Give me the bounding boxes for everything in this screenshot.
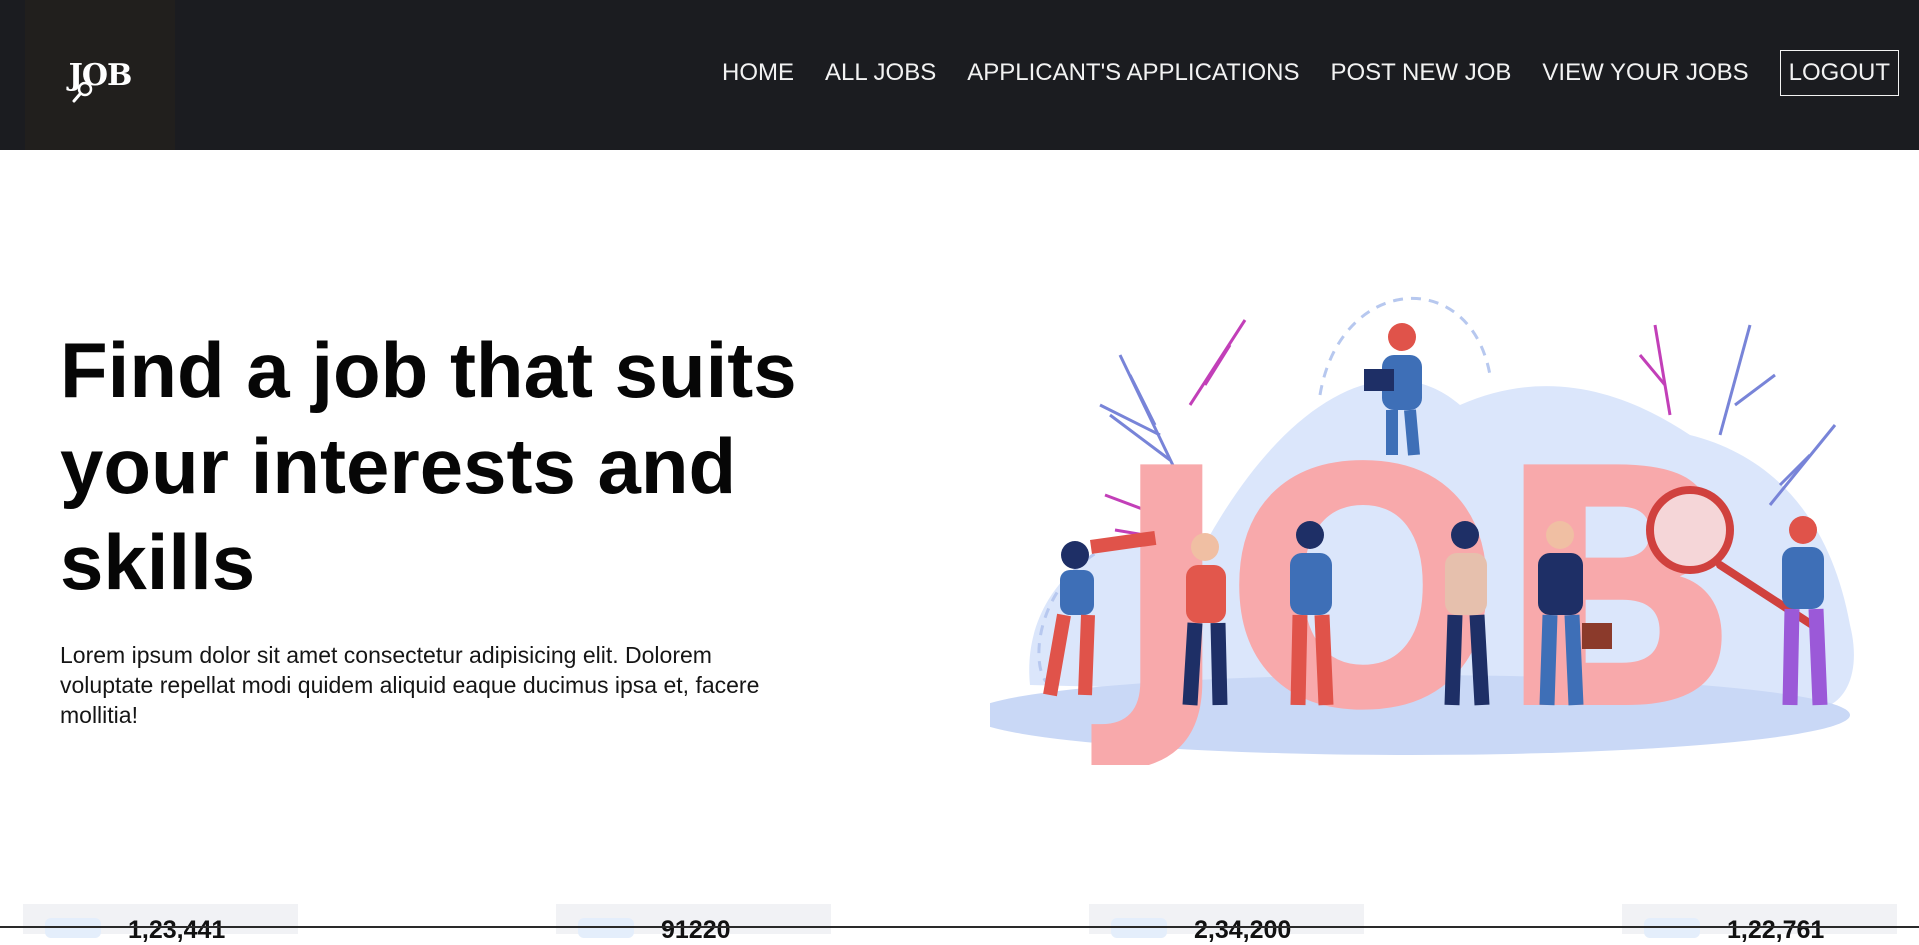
- top-navbar: JOB HOME ALL JOBS APPLICANT'S APPLICATIO…: [0, 0, 1919, 150]
- stat-icon: [45, 918, 101, 938]
- stat-icon: [1111, 918, 1167, 938]
- nav-all-jobs[interactable]: ALL JOBS: [825, 51, 936, 95]
- site-logo[interactable]: JOB: [25, 0, 175, 150]
- stat-card: 1,22,761: [1622, 904, 1897, 944]
- stats-bar: 1,23,441 91220 2,34,200 1,22,761: [0, 904, 1919, 944]
- job-search-illustration: JOB: [990, 296, 1854, 765]
- nav-home[interactable]: HOME: [722, 51, 794, 95]
- stat-card: 91220: [556, 904, 831, 944]
- hero-title: Find a job that suits your interests and…: [60, 326, 797, 606]
- stat-icon: [578, 918, 634, 938]
- magnifier-icon: [72, 81, 92, 102]
- logout-button[interactable]: LOGOUT: [1779, 50, 1899, 96]
- nav-post-new-job[interactable]: POST NEW JOB: [1330, 51, 1511, 95]
- stat-value: 1,23,441: [128, 916, 226, 944]
- nav-applicants-applications[interactable]: APPLICANT'S APPLICATIONS: [967, 51, 1299, 95]
- stat-value: 91220: [661, 916, 731, 944]
- stat-card: 1,23,441: [23, 904, 298, 944]
- logo-text: JOB: [69, 58, 132, 102]
- stat-value: 1,22,761: [1727, 916, 1825, 944]
- main-nav: HOME ALL JOBS APPLICANT'S APPLICATIONS P…: [691, 50, 1899, 96]
- hero-description: Lorem ipsum dolor sit amet consectetur a…: [60, 642, 760, 728]
- stat-icon: [1644, 918, 1700, 938]
- stat-value: 2,34,200: [1194, 916, 1292, 944]
- nav-view-your-jobs[interactable]: VIEW YOUR JOBS: [1542, 51, 1748, 95]
- stat-card: 2,34,200: [1089, 904, 1364, 944]
